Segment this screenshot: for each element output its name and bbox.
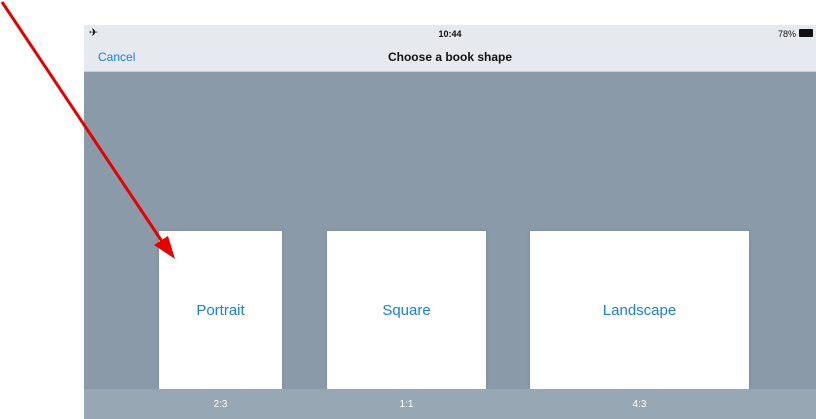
ratio-bar: 2:3 1:1 4:3 [84,389,816,419]
landscape-shape-card[interactable]: Landscape [530,231,749,389]
navigation-bar: Cancel Choose a book shape [84,42,816,72]
square-shape-card[interactable]: Square [327,231,486,389]
status-bar: ✈ 10:44 78% [84,25,816,42]
page-title: Choose a book shape [387,50,513,64]
portrait-shape-card[interactable]: Portrait [159,231,282,389]
battery-icon [799,29,813,37]
square-label: Square [382,301,431,319]
battery-percent: 78% [777,29,796,39]
portrait-ratio: 2:3 [213,399,228,410]
status-time: 10:44 [438,29,462,39]
app-screen: ✈ 10:44 78% Cancel Choose a book shape P… [84,25,816,419]
landscape-ratio: 4:3 [632,399,647,410]
landscape-label: Landscape [602,301,677,319]
square-ratio: 1:1 [399,399,414,410]
portrait-label: Portrait [196,301,245,319]
